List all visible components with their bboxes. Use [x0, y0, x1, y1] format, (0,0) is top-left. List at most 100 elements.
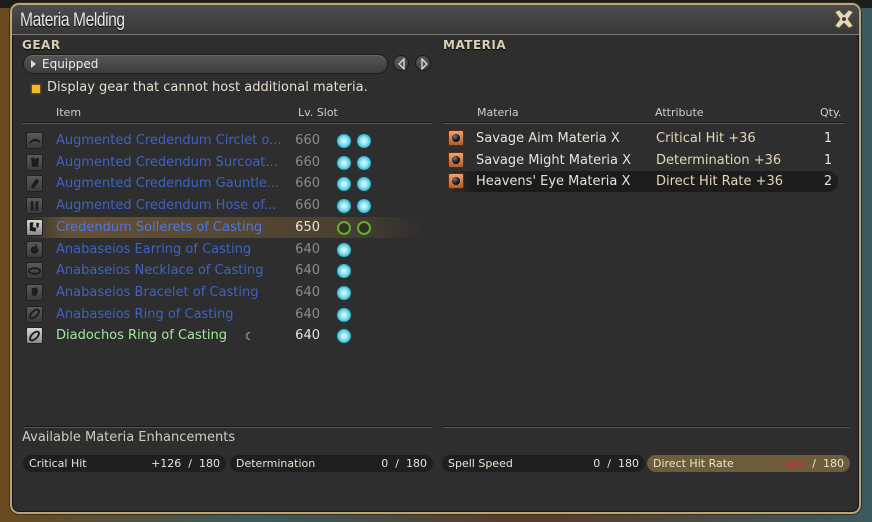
previous-button[interactable]	[393, 55, 409, 71]
materia-attribute: Critical Hit +36	[656, 131, 756, 146]
gear-name: Diadochos Ring of Casting	[56, 328, 227, 344]
stat-current: +180	[775, 457, 806, 470]
chevron-right-icon	[421, 58, 428, 70]
gear-row[interactable]: Anabaseios Necklace of Casting 640	[26, 260, 424, 281]
gear-filter-dropdown[interactable]: Equipped	[23, 54, 388, 74]
materia-slot-empty-icon	[357, 220, 371, 235]
gear-name: Augmented Credendum Circlet o...	[56, 133, 282, 148]
materia-icon	[448, 151, 464, 168]
dropdown-arrow-icon	[31, 60, 36, 68]
materia-quantity: 1	[823, 131, 833, 146]
materia-section-label: MATERIA	[443, 38, 507, 52]
gear-item-level: 640	[295, 328, 320, 344]
materia-name: Savage Aim Materia X	[476, 131, 620, 146]
gear-item-level: 640	[295, 241, 320, 257]
gear-item-level: 640	[295, 306, 320, 322]
gear-row[interactable]: Augmented Credendum Hose of... 660	[26, 195, 424, 216]
enhancements-divider-left	[24, 426, 432, 427]
stat-value: +126 / 180	[151, 457, 220, 470]
ring-gear-icon	[26, 305, 43, 323]
materia-attribute: Direct Hit Rate +36	[656, 174, 784, 189]
hands-gear-icon	[26, 175, 43, 193]
feet-gear-icon	[26, 218, 43, 236]
gear-name: Augmented Credendum Hose of...	[56, 198, 277, 214]
materia-slot-filled-icon	[357, 155, 371, 170]
stat-value: 0 / 180	[381, 457, 427, 470]
materia-row[interactable]: Heavens' Eye Materia X Direct Hit Rate +3…	[446, 171, 838, 192]
close-icon	[834, 9, 854, 29]
gear-row[interactable]: Augmented Credendum Gauntle... 660	[26, 173, 424, 194]
stat-current: +126	[151, 457, 182, 470]
qty-column-header: Qty.	[820, 106, 842, 119]
legs-gear-icon	[26, 197, 43, 215]
necklace-gear-icon	[26, 262, 43, 280]
gear-item-level: 640	[295, 263, 320, 279]
next-button[interactable]	[415, 55, 431, 71]
gear-item-level: 660	[295, 176, 320, 192]
stat-separator: /	[181, 457, 199, 470]
enhancement-stat: Direct Hit Rate +180 / 180	[647, 455, 850, 472]
display-all-gear-label: Display gear that cannot host additional…	[47, 80, 368, 95]
materia-slot-filled-icon	[357, 199, 371, 214]
high-quality-icon: ☾	[244, 330, 255, 344]
stat-max: 180	[199, 457, 220, 470]
materia-column-header: Materia	[477, 106, 519, 119]
gear-header-divider	[22, 122, 432, 123]
materia-quantity: 2	[823, 174, 833, 189]
materia-name: Savage Might Materia X	[476, 152, 632, 168]
stat-separator: /	[600, 457, 618, 470]
materia-row[interactable]: Savage Aim Materia X Critical Hit +36 1	[446, 128, 838, 149]
gear-item-level: 650	[295, 219, 320, 235]
materia-slot-filled-icon	[337, 134, 351, 148]
materia-slot-filled-icon	[337, 329, 351, 344]
stat-separator: /	[388, 457, 406, 470]
close-button[interactable]	[833, 8, 855, 30]
gear-name: Anabaseios Necklace of Casting	[56, 263, 264, 279]
materia-header-divider	[444, 122, 844, 123]
gear-item-level: 640	[295, 284, 320, 300]
enhancement-stat: Critical Hit +126 / 180	[23, 455, 226, 472]
stat-value: +180 / 180	[775, 457, 844, 470]
chevron-left-icon	[398, 58, 405, 70]
gear-row[interactable]: Anabaseios Earring of Casting 640	[26, 239, 424, 260]
lv-slot-column-header: Lv. Slot	[298, 106, 338, 119]
gear-row[interactable]: Augmented Credendum Surcoat... 660	[26, 152, 424, 173]
materia-slot-empty-icon	[337, 220, 351, 235]
gear-item-level: 660	[295, 133, 320, 148]
enhancement-stat: Spell Speed 0 / 180	[442, 455, 645, 472]
materia-icon	[448, 130, 464, 146]
enhancement-stat: Determination 0 / 180	[230, 455, 433, 472]
materia-quantity: 1	[823, 152, 833, 168]
gear-row[interactable]: Diadochos Ring of Casting ☾ 640	[26, 325, 424, 346]
gear-row[interactable]: Augmented Credendum Circlet o... 660	[26, 130, 424, 151]
head-gear-icon	[26, 132, 43, 149]
stat-max: 180	[823, 457, 844, 470]
materia-melding-window: Materia Melding GEAR Equipped Display ge…	[10, 3, 861, 514]
window-title: Materia Melding	[20, 10, 125, 31]
materia-slot-filled-icon	[337, 155, 351, 170]
gear-name: Anabaseios Earring of Casting	[56, 241, 252, 257]
body-gear-icon	[26, 153, 43, 171]
gear-item-level: 660	[295, 154, 320, 170]
gear-section-label: GEAR	[22, 38, 61, 52]
title-bar[interactable]: Materia Melding	[12, 5, 859, 35]
stat-name: Spell Speed	[448, 457, 513, 470]
enhancements-divider-right	[444, 426, 850, 427]
gear-row[interactable]: Anabaseios Ring of Casting 640	[26, 304, 424, 325]
materia-slot-filled-icon	[357, 134, 371, 148]
gear-row[interactable]: Credendum Sollerets of Casting 650	[26, 216, 424, 238]
stat-name: Direct Hit Rate	[653, 457, 734, 470]
gear-row[interactable]: Anabaseios Bracelet of Casting 640	[26, 282, 424, 303]
stat-name: Critical Hit	[29, 457, 87, 470]
materia-row[interactable]: Savage Might Materia X Determination +36 1	[446, 150, 838, 171]
materia-slot-filled-icon	[337, 199, 351, 214]
earring-gear-icon	[26, 240, 43, 258]
stat-max: 180	[618, 457, 639, 470]
materia-attribute: Determination +36	[656, 152, 782, 168]
materia-slot-filled-icon	[337, 242, 351, 257]
materia-slot-filled-icon	[337, 285, 351, 300]
gear-name: Credendum Sollerets of Casting	[56, 219, 263, 235]
gear-name: Anabaseios Ring of Casting	[56, 306, 234, 322]
display-all-gear-checkbox[interactable]	[31, 84, 41, 94]
materia-slot-filled-icon	[337, 177, 351, 192]
